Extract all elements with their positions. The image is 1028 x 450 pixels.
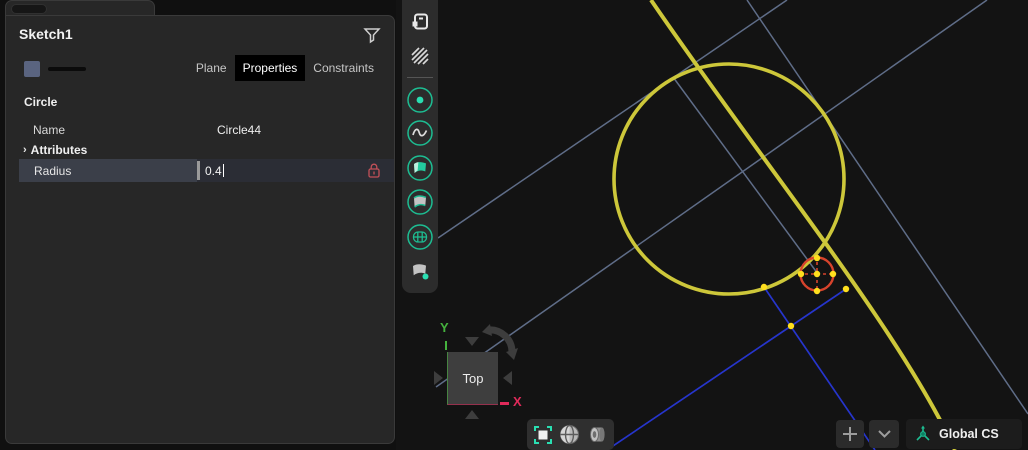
circle-handle-point[interactable] bbox=[814, 255, 820, 261]
grid-sphere-tool-icon[interactable] bbox=[406, 223, 434, 251]
section-title: Circle bbox=[24, 95, 57, 109]
circle-handle-point[interactable] bbox=[830, 271, 836, 277]
panel-tabs: PlanePropertiesConstraints bbox=[188, 55, 382, 81]
circle-handle-point[interactable] bbox=[814, 271, 820, 277]
construction-line[interactable] bbox=[747, 0, 1028, 414]
sketch-point[interactable] bbox=[843, 286, 849, 292]
name-label: Name bbox=[33, 123, 65, 137]
rotate-left-arrow[interactable] bbox=[434, 371, 443, 385]
spline-tool-icon[interactable] bbox=[406, 119, 434, 147]
radius-input[interactable]: 0.4 bbox=[197, 159, 394, 182]
filter-icon[interactable] bbox=[363, 26, 381, 44]
hatch-icon[interactable] bbox=[406, 42, 434, 70]
sketch-line[interactable] bbox=[607, 289, 846, 450]
zoom-fit-icon[interactable] bbox=[532, 424, 554, 446]
viewport-tool-strip bbox=[402, 0, 438, 293]
sketch-point[interactable] bbox=[788, 323, 794, 329]
global-cs-button[interactable]: Global CS bbox=[906, 419, 1022, 449]
attributes-group[interactable]: › Attributes bbox=[23, 143, 87, 157]
construction-line[interactable] bbox=[673, 77, 818, 274]
expand-cs-button[interactable] bbox=[869, 420, 899, 448]
sketch-properties-panel: Sketch1 PlanePropertiesConstraints Circl… bbox=[5, 15, 395, 444]
global-cs-label: Global CS bbox=[939, 427, 999, 441]
viewcube-top-face[interactable]: Top bbox=[447, 352, 498, 405]
strip-divider bbox=[407, 77, 433, 78]
panel-drag-handle[interactable] bbox=[11, 4, 47, 14]
panel-title: Sketch1 bbox=[19, 26, 73, 42]
sketch-icon[interactable] bbox=[406, 7, 434, 35]
viewcube-label: Top bbox=[463, 371, 484, 386]
axis-y-tick bbox=[445, 341, 447, 350]
circle-handle-point[interactable] bbox=[798, 271, 804, 277]
add-cs-button[interactable] bbox=[836, 420, 864, 448]
sphere-shading-icon[interactable] bbox=[558, 423, 581, 446]
point-tool-icon[interactable] bbox=[406, 86, 434, 114]
radius-value: 0.4 bbox=[205, 164, 222, 178]
rotate-down-arrow[interactable] bbox=[465, 410, 479, 419]
loft-tool-icon[interactable] bbox=[406, 188, 434, 216]
sketch-point[interactable] bbox=[761, 284, 767, 290]
tab-properties[interactable]: Properties bbox=[235, 55, 306, 81]
axis-y-label[interactable]: Y bbox=[440, 320, 449, 335]
value-drag-handle[interactable] bbox=[197, 161, 200, 180]
surface-tool-icon[interactable] bbox=[406, 154, 434, 182]
text-caret bbox=[223, 164, 224, 177]
sketch-arc[interactable] bbox=[651, 0, 955, 450]
rotate-up-arrow[interactable] bbox=[465, 337, 479, 346]
sketch-color-swatch[interactable] bbox=[24, 61, 40, 77]
name-value[interactable]: Circle44 bbox=[217, 123, 261, 137]
tab-plane[interactable]: Plane bbox=[188, 55, 235, 81]
display-mode-toolbar bbox=[527, 419, 614, 450]
circle-handle-point[interactable] bbox=[814, 288, 820, 294]
line-style-preview[interactable] bbox=[48, 67, 86, 71]
radius-row: Radius 0.4 bbox=[19, 159, 394, 182]
chevron-right-icon: › bbox=[23, 144, 27, 156]
cs-triad-icon bbox=[914, 425, 932, 443]
axis-x-tick bbox=[500, 402, 509, 405]
application-window: Y Top X bbox=[0, 0, 1028, 450]
cylinder-shading-icon[interactable] bbox=[586, 423, 609, 446]
attributes-label: Attributes bbox=[31, 143, 88, 157]
radius-label: Radius bbox=[19, 164, 197, 178]
tab-constraints[interactable]: Constraints bbox=[305, 55, 382, 81]
axis-x-label[interactable]: X bbox=[513, 394, 522, 409]
patch-point-tool-icon[interactable] bbox=[406, 257, 434, 285]
lock-icon[interactable] bbox=[368, 163, 380, 178]
rotate-right-arrow[interactable] bbox=[503, 371, 512, 385]
